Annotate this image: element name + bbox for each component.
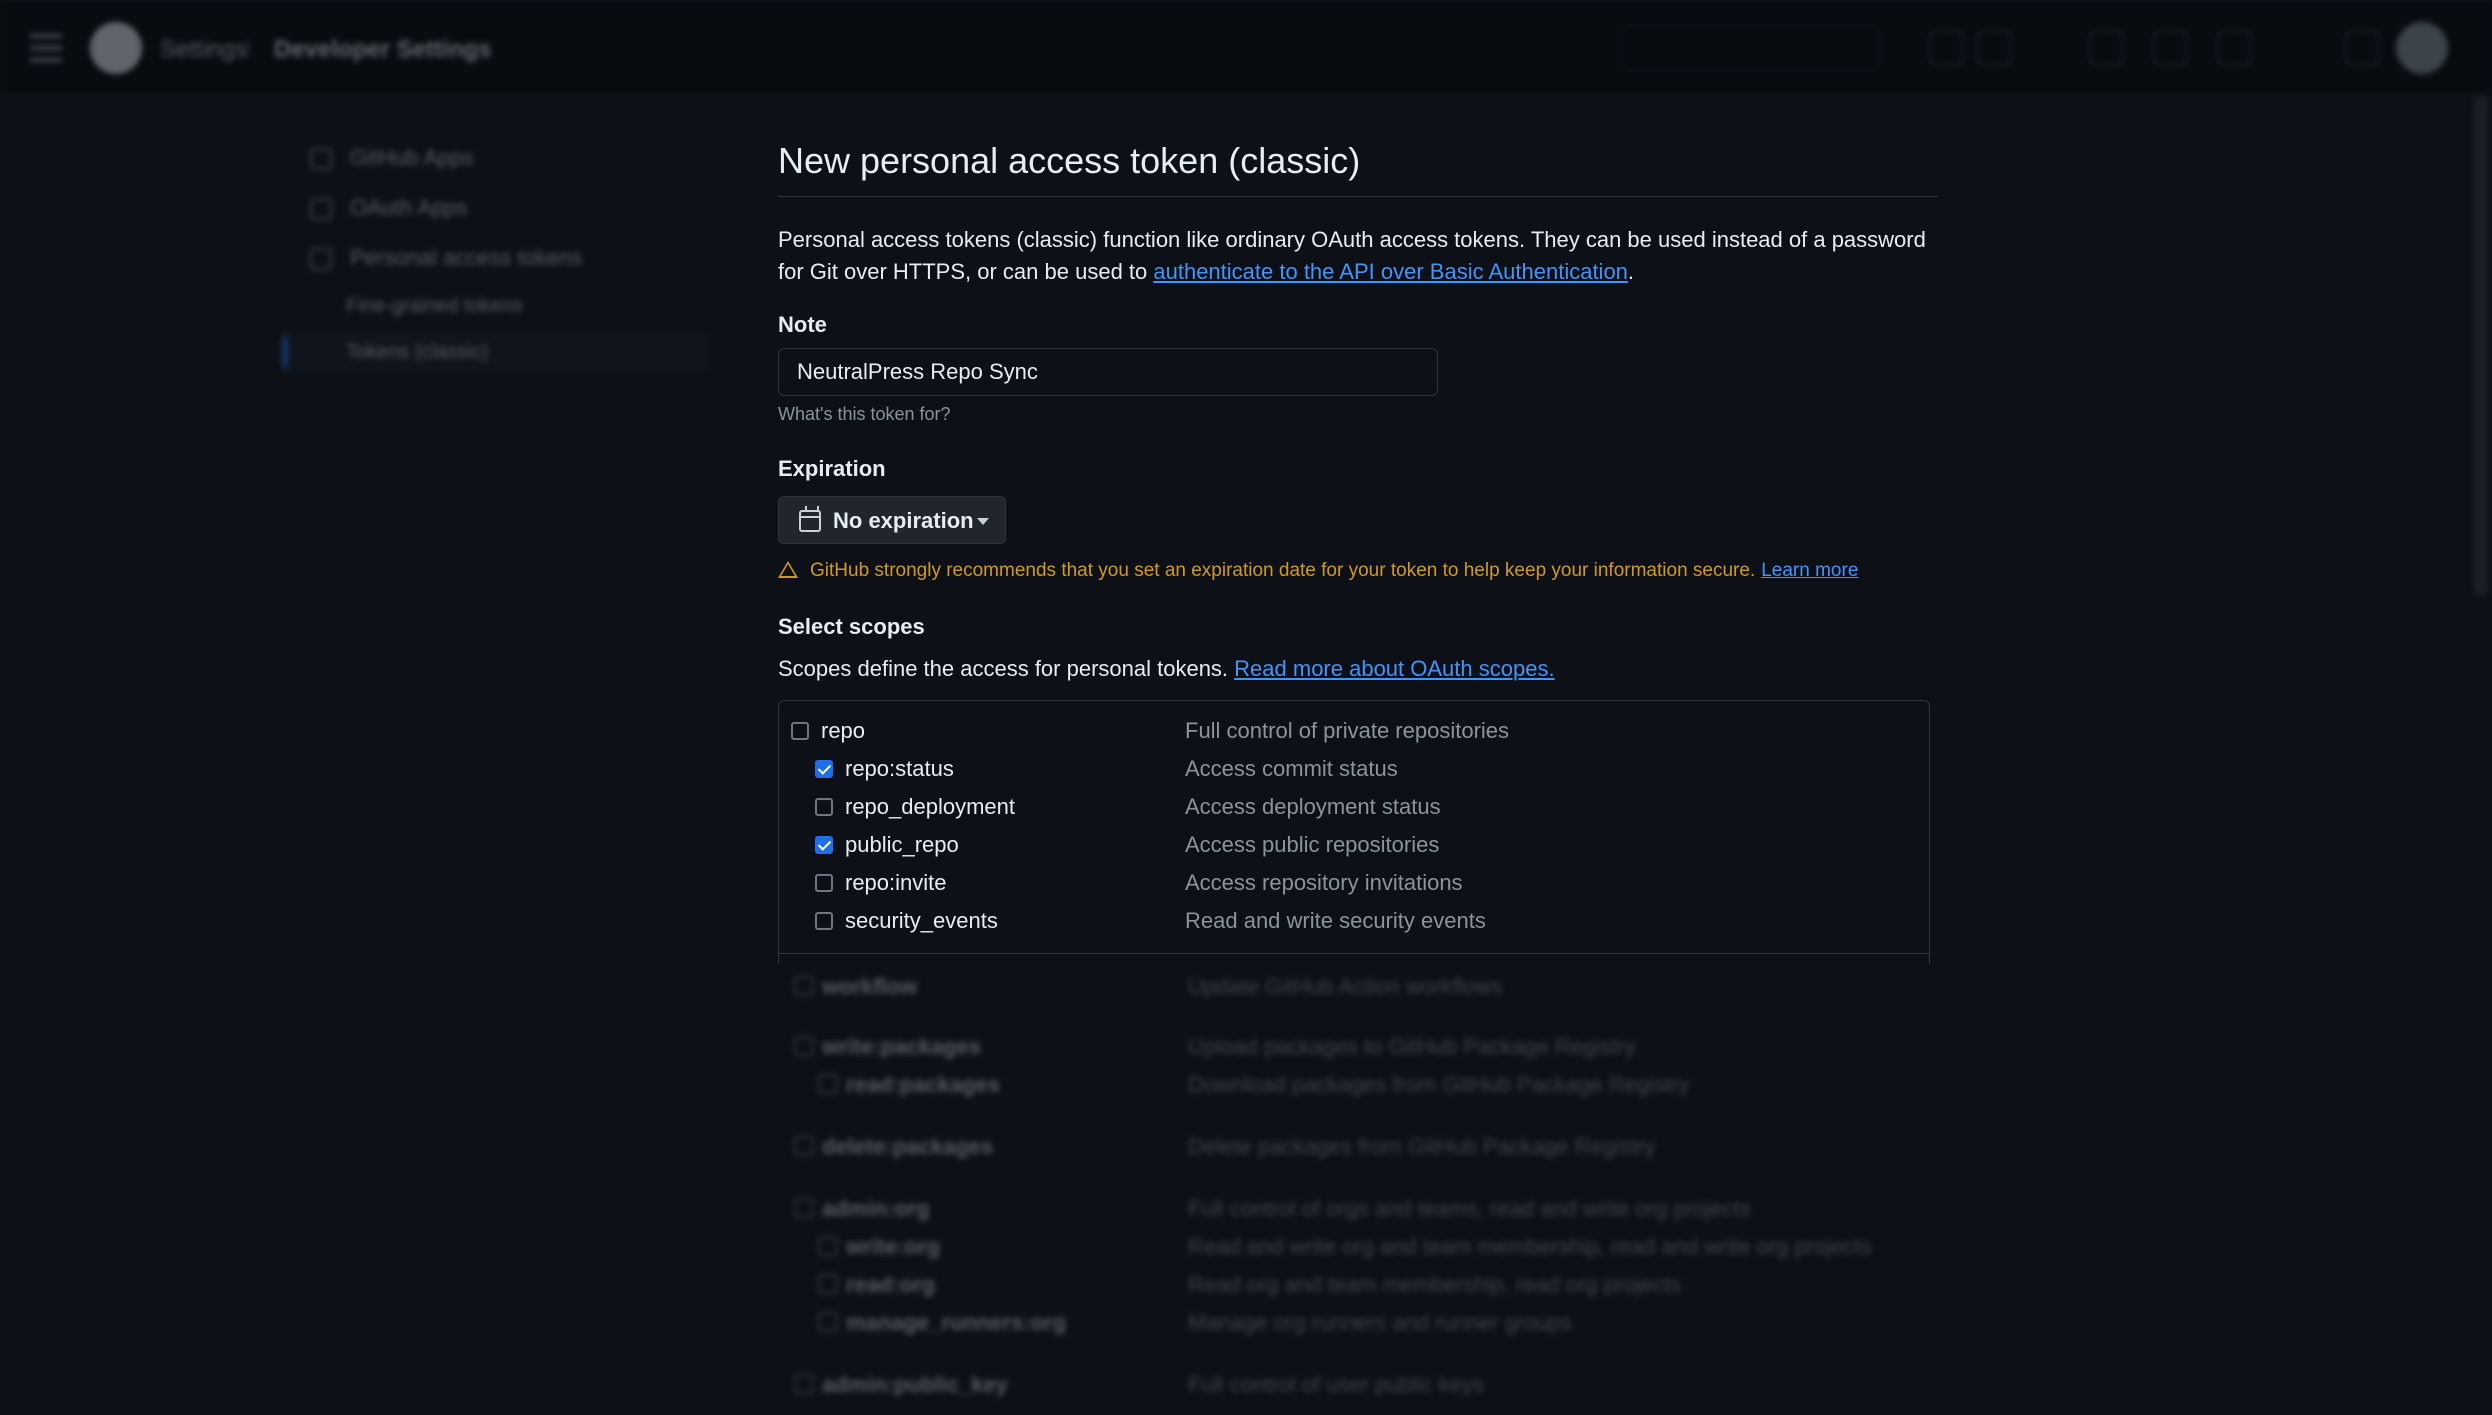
note-label: Note xyxy=(778,312,827,337)
intro-text: Personal access tokens (classic) functio… xyxy=(778,227,1926,284)
scope-row-repo-status: repo:status Access commit status xyxy=(779,751,1929,789)
scope-row-admin-org: admin:org Full control of orgs and teams… xyxy=(786,1194,1936,1224)
issues-icon[interactable] xyxy=(2088,30,2124,66)
page-title: New personal access token (classic) xyxy=(778,140,1361,181)
scope-row-repo: repo Full control of private repositorie… xyxy=(779,713,1929,751)
page-scrollbar[interactable] xyxy=(2474,96,2488,596)
scope-row-public-repo: public_repo Access public repositories xyxy=(779,827,1929,865)
scope-row-read-packages: read:packages Download packages from Git… xyxy=(786,1070,1936,1100)
scopes-list: repo Full control of private repositorie… xyxy=(778,700,1930,964)
notifications-icon[interactable] xyxy=(2344,30,2380,66)
calendar-icon xyxy=(799,506,821,532)
scope-checkbox[interactable] xyxy=(794,1374,814,1394)
scope-checkbox-public-repo[interactable] xyxy=(815,836,833,854)
scope-checkbox[interactable] xyxy=(794,1136,814,1156)
alert-icon xyxy=(778,561,798,578)
sidebar-item-github-apps[interactable]: GitHub Apps xyxy=(310,138,710,178)
scope-row-read-org: read:org Read org and team membership, r… xyxy=(786,1270,1936,1300)
scope-checkbox-repo-invite[interactable] xyxy=(815,874,833,892)
sidebar-item-tokens-classic[interactable]: Tokens (classic) xyxy=(346,332,746,372)
chevron-down-icon xyxy=(977,518,989,525)
top-header: Settings / Developer Settings xyxy=(0,0,2492,96)
scope-checkbox-security-events[interactable] xyxy=(815,912,833,930)
scope-row-write-org: write:org Read and write org and team me… xyxy=(786,1232,1936,1262)
token-form-panel: New personal access token (classic) Pers… xyxy=(770,126,1938,964)
oauth-scopes-link[interactable]: Read more about OAuth scopes. xyxy=(1234,656,1554,681)
learn-more-link[interactable]: Learn more xyxy=(1761,560,1858,581)
github-logo-icon[interactable] xyxy=(90,22,142,74)
avatar[interactable] xyxy=(2396,22,2448,74)
title-divider xyxy=(778,196,1938,197)
scope-checkbox-repo-deployment[interactable] xyxy=(815,798,833,816)
expiration-warning: GitHub strongly recommends that you set … xyxy=(778,560,1928,582)
scope-row-manage-runners-org: manage_runners:org Manage org runners an… xyxy=(786,1308,1936,1338)
scope-row-admin-public-key: admin:public_key Full control of user pu… xyxy=(786,1370,1936,1400)
scope-row-write-packages: write:packages Upload packages to GitHub… xyxy=(786,1032,1936,1062)
select-scopes-label: Select scopes xyxy=(778,614,925,639)
scope-checkbox[interactable] xyxy=(818,1312,838,1332)
repositories-icon[interactable] xyxy=(2216,30,2252,66)
expiration-dropdown[interactable]: No expiration xyxy=(778,496,1006,544)
scope-checkbox[interactable] xyxy=(794,976,814,996)
person-icon xyxy=(310,198,332,221)
scope-checkbox-repo-status[interactable] xyxy=(815,760,833,778)
expiration-label: Expiration xyxy=(778,456,886,481)
scope-row-repo-deployment: repo_deployment Access deployment status xyxy=(779,789,1929,827)
breadcrumb-settings[interactable]: Settings xyxy=(160,36,247,64)
search-input[interactable] xyxy=(1620,26,1880,70)
basic-auth-link[interactable]: authenticate to the API over Basic Authe… xyxy=(1153,259,1628,284)
sidebar-item-fine-grained-tokens[interactable]: Fine-grained tokens xyxy=(346,286,746,326)
note-input[interactable] xyxy=(778,348,1438,396)
scope-checkbox-repo[interactable] xyxy=(791,722,809,740)
breadcrumb-separator: / xyxy=(244,36,251,63)
menu-icon[interactable] xyxy=(30,34,62,62)
breadcrumb-developer-settings[interactable]: Developer Settings xyxy=(274,36,491,64)
copilot-icon[interactable] xyxy=(1928,30,1964,66)
pull-requests-icon[interactable] xyxy=(2152,30,2188,66)
create-new-icon[interactable] xyxy=(1976,30,2012,66)
scope-row-delete-packages: delete:packages Delete packages from Git… xyxy=(786,1132,1936,1162)
scope-checkbox[interactable] xyxy=(818,1074,838,1094)
scope-row-workflow: workflow Update GitHub Action workflows xyxy=(786,972,1936,1002)
scope-checkbox[interactable] xyxy=(818,1274,838,1294)
scope-row-repo-invite: repo:invite Access repository invitation… xyxy=(779,865,1929,903)
scope-checkbox[interactable] xyxy=(794,1198,814,1218)
sidebar-item-oauth-apps[interactable]: OAuth Apps xyxy=(310,188,710,228)
scopes-description: Scopes define the access for personal to… xyxy=(778,656,1555,681)
scope-checkbox[interactable] xyxy=(818,1236,838,1256)
scopes-group-divider xyxy=(779,953,1929,954)
scope-checkbox[interactable] xyxy=(794,1036,814,1056)
apps-icon xyxy=(310,148,332,171)
key-icon xyxy=(310,248,332,271)
note-hint: What's this token for? xyxy=(778,404,951,424)
scope-row-security-events: security_events Read and write security … xyxy=(779,903,1929,941)
sidebar-item-personal-access-tokens[interactable]: Personal access tokens xyxy=(310,238,710,278)
expiration-value: No expiration xyxy=(833,508,974,533)
